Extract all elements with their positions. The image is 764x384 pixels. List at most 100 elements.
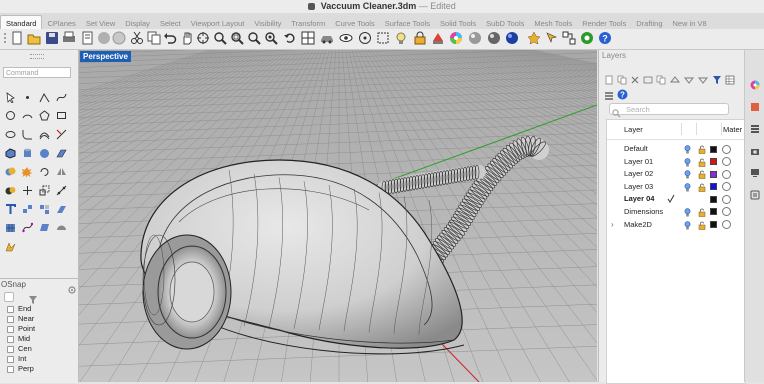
- point-icon[interactable]: [22, 90, 33, 101]
- rendered-sphere-icon[interactable]: [487, 31, 501, 45]
- display-mode-icon[interactable]: [468, 31, 482, 45]
- surface-icon[interactable]: [39, 220, 50, 231]
- layer-row[interactable]: › Make2D: [607, 219, 745, 232]
- curve-icon[interactable]: [56, 90, 67, 102]
- pan-hand-icon[interactable]: [180, 31, 194, 45]
- open-folder-icon[interactable]: [27, 31, 41, 45]
- tab-solid-tools[interactable]: Solid Tools: [435, 16, 481, 29]
- properties-panel-icon[interactable]: [750, 99, 760, 111]
- boolean-union-icon[interactable]: [5, 164, 16, 176]
- lightbulb-icon[interactable]: [394, 31, 408, 45]
- material-circle-icon[interactable]: [722, 207, 731, 217]
- options-icon[interactable]: [527, 31, 541, 45]
- copy-icon[interactable]: [147, 31, 161, 45]
- boolean-difference-icon[interactable]: [5, 183, 16, 195]
- osnap-target-icon[interactable]: [4, 292, 14, 302]
- tab-curve-tools[interactable]: Curve Tools: [330, 16, 379, 29]
- cycles-icon[interactable]: [580, 31, 594, 45]
- scale-icon[interactable]: [39, 183, 50, 196]
- material-circle-icon[interactable]: [722, 144, 731, 154]
- osnap-item[interactable]: Point: [0, 324, 78, 334]
- layer-row[interactable]: Layer 01: [607, 156, 745, 169]
- layer-name[interactable]: Default: [624, 143, 648, 156]
- properties-icon[interactable]: [80, 31, 94, 45]
- block-icon[interactable]: [56, 202, 67, 213]
- new-file-icon[interactable]: [10, 31, 24, 45]
- color-wheel-icon[interactable]: [449, 31, 463, 45]
- material-column-header[interactable]: Mater: [723, 125, 742, 134]
- layer-name[interactable]: Make2D: [624, 219, 652, 232]
- layer-color-swatch[interactable]: [710, 221, 717, 229]
- trim-icon[interactable]: [56, 127, 67, 140]
- osnap-checkbox[interactable]: [7, 345, 14, 353]
- osnap-checkbox[interactable]: [7, 335, 14, 343]
- lock-icon[interactable]: [698, 221, 706, 235]
- tab-standard[interactable]: Standard: [0, 15, 43, 29]
- move-icon[interactable]: [22, 183, 33, 195]
- layer-search-input[interactable]: Search: [609, 103, 729, 115]
- zoom-dynamic-icon[interactable]: [213, 31, 227, 45]
- sphere-icon[interactable]: [39, 146, 50, 158]
- material-sphere-icon[interactable]: [112, 31, 126, 45]
- rotate-view-icon[interactable]: [196, 31, 210, 45]
- layer-color-swatch[interactable]: [710, 145, 717, 153]
- color-panel-icon[interactable]: [750, 77, 760, 90]
- text-icon[interactable]: [5, 202, 16, 214]
- save-icon[interactable]: [45, 31, 59, 45]
- osnap-item[interactable]: Int: [0, 354, 78, 364]
- tab-render-tools[interactable]: Render Tools: [577, 16, 631, 29]
- help-arrow-icon[interactable]: [545, 31, 559, 45]
- undo-view-icon[interactable]: [283, 31, 297, 45]
- car-view-icon[interactable]: [320, 31, 334, 45]
- tab-display[interactable]: Display: [120, 16, 155, 29]
- layer-row[interactable]: Layer 03: [607, 181, 745, 194]
- material-circle-icon[interactable]: [722, 182, 731, 192]
- layer-lock-icon[interactable]: [413, 31, 427, 45]
- tab-cplanes[interactable]: CPlanes: [42, 16, 80, 29]
- layers-panel-icon[interactable]: [750, 121, 760, 133]
- explode-icon[interactable]: [20, 164, 33, 178]
- material-circle-icon[interactable]: [722, 169, 731, 179]
- shell-icon[interactable]: [56, 220, 67, 231]
- tab-set-view[interactable]: Set View: [81, 16, 120, 29]
- layer-row[interactable]: Layer 04: [607, 193, 745, 206]
- layer-name[interactable]: Dimensions: [624, 206, 663, 219]
- array-icon[interactable]: [56, 183, 67, 196]
- viewport-label[interactable]: Perspective: [80, 51, 131, 62]
- rotate-icon[interactable]: [39, 164, 50, 176]
- layer-color-icon[interactable]: [431, 31, 445, 45]
- zoom-extents-icon[interactable]: [247, 31, 261, 45]
- material-circle-icon[interactable]: [722, 157, 731, 167]
- layer-color-swatch[interactable]: [710, 208, 717, 216]
- tab-new-in-v8[interactable]: New in V8: [668, 16, 712, 29]
- zoom-selected-icon[interactable]: [264, 31, 278, 45]
- command-grip[interactable]: [30, 54, 44, 59]
- help-panel-icon[interactable]: [750, 187, 760, 200]
- display-panel-icon[interactable]: [750, 165, 760, 177]
- layer-name[interactable]: Layer 01: [624, 156, 653, 169]
- extrude-icon[interactable]: [56, 146, 67, 158]
- layer-name[interactable]: Layer 04: [624, 193, 654, 206]
- layer-row[interactable]: Dimensions: [607, 206, 745, 219]
- material-circle-icon[interactable]: [722, 194, 731, 204]
- osnap-checkbox[interactable]: [7, 365, 14, 373]
- fillet-icon[interactable]: [22, 127, 33, 140]
- layer-column-header[interactable]: Layer: [624, 125, 643, 134]
- select-arrow-icon[interactable]: [5, 90, 16, 104]
- rectangle-icon[interactable]: [56, 108, 67, 119]
- osnap-checkbox[interactable]: [7, 325, 14, 333]
- tab-subd-tools[interactable]: SubD Tools: [481, 16, 529, 29]
- mesh-icon[interactable]: [5, 220, 16, 232]
- perspective-viewport[interactable]: Perspective: [79, 50, 597, 382]
- layer-name[interactable]: Layer 03: [624, 181, 653, 194]
- layer-row[interactable]: Default: [607, 143, 745, 156]
- osnap-checkbox[interactable]: [7, 315, 14, 323]
- polygon-icon[interactable]: [39, 108, 50, 121]
- four-viewports-icon[interactable]: [301, 31, 315, 45]
- selection-filter-icon[interactable]: [376, 31, 390, 45]
- group-icon[interactable]: [39, 202, 50, 214]
- visibility-bulb-icon[interactable]: [684, 220, 691, 235]
- cylinder-icon[interactable]: [22, 146, 33, 157]
- edit-points-icon[interactable]: [22, 220, 34, 233]
- cut-icon[interactable]: [130, 31, 144, 45]
